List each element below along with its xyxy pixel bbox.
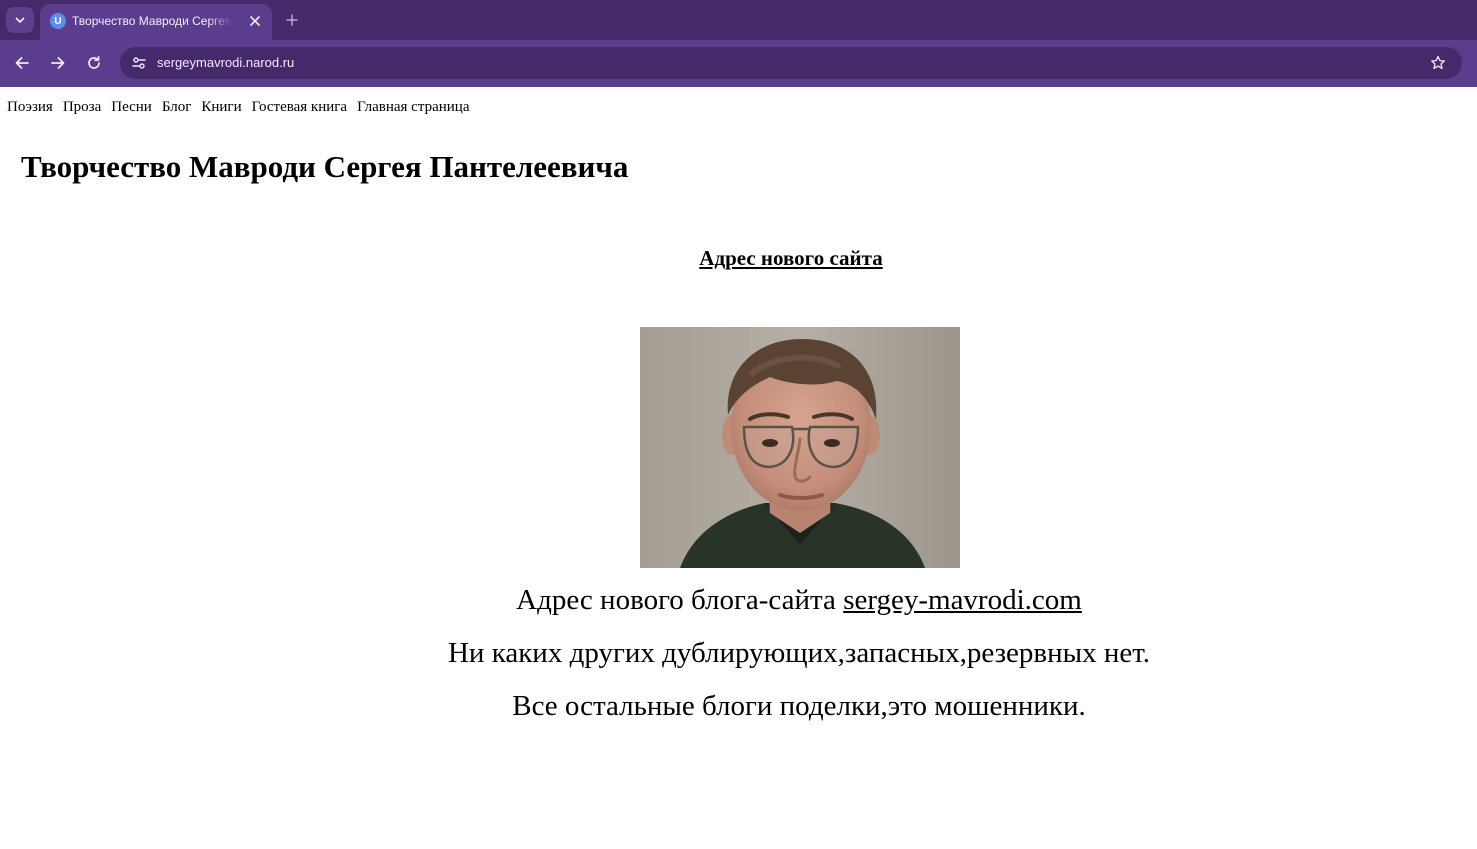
nav-link-songs[interactable]: Песни	[111, 99, 152, 115]
active-tab[interactable]: U Творчество Мавроди Сергея Пантелеевича	[40, 4, 272, 40]
bookmark-button[interactable]	[1428, 53, 1448, 73]
arrow-left-icon	[15, 57, 29, 69]
chevron-down-icon	[15, 17, 25, 23]
page-title: Творчество Мавроди Сергея Пантелеевича	[21, 149, 629, 184]
arrow-right-icon	[51, 57, 65, 69]
nav-link-poetry[interactable]: Поэзия	[7, 99, 53, 115]
reload-icon	[88, 55, 100, 69]
new-blog-link[interactable]: sergey-mavrodi.com	[843, 584, 1082, 616]
new-blog-text: Адрес нового блога-сайта	[516, 584, 844, 616]
nav-link-prose[interactable]: Проза	[63, 99, 101, 115]
close-icon	[250, 16, 260, 26]
browser-tab-strip: U Творчество Мавроди Сергея Пантелеевича	[0, 0, 1477, 40]
tune-icon	[132, 57, 146, 69]
browser-toolbar: sergeymavrodi.narod.ru	[0, 40, 1477, 87]
back-button[interactable]	[9, 50, 35, 76]
reload-button[interactable]	[81, 50, 107, 76]
scam-warning-line: Все остальные блоги поделки,это мошенник…	[512, 690, 1086, 722]
forward-button[interactable]	[45, 50, 71, 76]
tab-title: Творчество Мавроди Сергея Пантелеевича	[72, 14, 232, 28]
nav-link-blog[interactable]: Блог	[162, 99, 192, 115]
nav-link-guestbook[interactable]: Гостевая книга	[252, 99, 347, 115]
nav-link-home[interactable]: Главная страница	[357, 99, 469, 115]
tab-close-button[interactable]	[246, 12, 264, 30]
page-content: Поэзия Проза Песни Блог Книги Гостевая книга Г…	[0, 87, 1477, 849]
no-mirrors-line: Ни каких других дублирующих,запасных,рез…	[447, 637, 1150, 669]
new-tab-button[interactable]	[282, 10, 302, 30]
site-nav: Поэзия Проза Песни Блог Книги Гостевая книга Г…	[7, 99, 479, 116]
portrait-photo	[640, 327, 960, 568]
site-info-button[interactable]	[128, 53, 150, 73]
plus-icon	[286, 14, 298, 26]
url-text[interactable]: sergeymavrodi.narod.ru	[157, 55, 294, 70]
address-bar[interactable]: sergeymavrodi.narod.ru	[120, 47, 1462, 79]
tab-search-button[interactable]	[6, 7, 34, 33]
new-site-heading: Адрес нового сайта	[699, 246, 883, 270]
new-blog-line: Адрес нового блога-сайта sergey-mavrodi.…	[0, 584, 1477, 617]
site-favicon-icon: U	[50, 13, 66, 29]
star-icon	[1431, 55, 1445, 70]
nav-link-books[interactable]: Книги	[201, 99, 241, 115]
